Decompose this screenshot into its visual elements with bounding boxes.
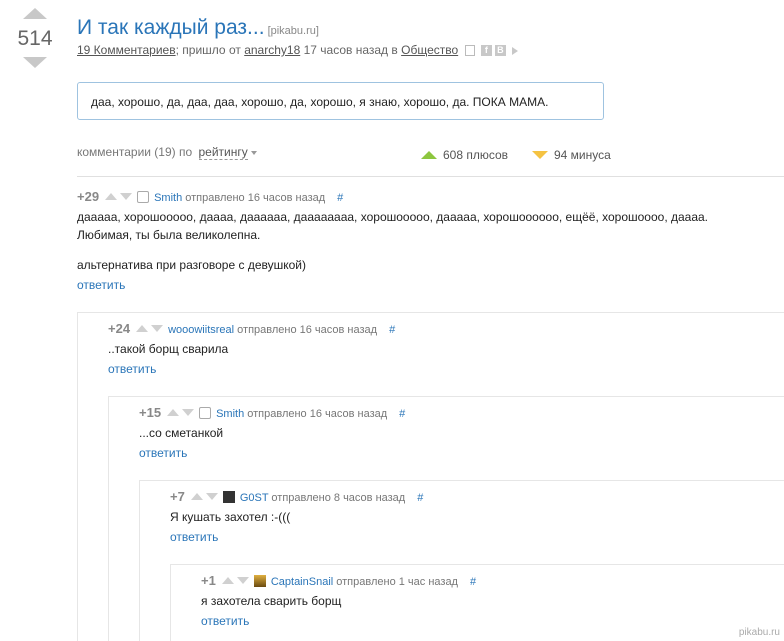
comment-permalink[interactable]: # (337, 192, 343, 204)
thread-line (139, 480, 140, 641)
upvote-icon[interactable] (167, 409, 180, 416)
comment-header: +24 wooowiitsreal отправлено 16 часов наз… (108, 321, 748, 337)
comments-count-link[interactable]: 19 Комментариев (77, 43, 176, 57)
comment-author-link[interactable]: wooowiitsreal (168, 324, 234, 336)
comment-score: +24 (108, 321, 131, 336)
comment-permalink[interactable]: # (399, 408, 405, 420)
plus-count: 608 плюсов (421, 148, 508, 162)
story-text-box: даа, хорошо, да, даа, даа, хорошо, да, х… (77, 82, 604, 120)
story-meta: 19 Комментариев; пришло от anarchy18 17 … (77, 43, 519, 57)
downvote-arrow-icon[interactable] (23, 57, 47, 68)
chevron-down-icon[interactable] (250, 150, 257, 155)
comment-score: +1 (201, 573, 216, 588)
thread-line (139, 480, 784, 481)
plus-label: 608 плюсов (443, 148, 509, 162)
thread-line (77, 312, 78, 641)
sort-dropdown[interactable]: рейтингу (198, 145, 248, 160)
minus-arrow-icon (532, 151, 548, 159)
comment-text: я захотела сварить борщ (201, 594, 342, 608)
comment-permalink[interactable]: # (389, 324, 395, 336)
avatar (137, 191, 150, 203)
story-title-link[interactable]: И так каждый раз... (77, 16, 265, 39)
comment-text: альтернатива при разговоре с девушкой) (77, 258, 306, 272)
comment-score: +7 (170, 489, 185, 504)
minus-count: 94 минуса (532, 148, 611, 162)
downvote-icon[interactable] (151, 325, 164, 332)
avatar (253, 575, 266, 587)
comment: +29 Smith отправлено 16 часов назад # дааа… (77, 189, 757, 292)
thread-line (108, 396, 784, 397)
author-link[interactable]: anarchy18 (244, 43, 300, 57)
facebook-share-icon[interactable]: f (480, 45, 492, 57)
comment-score: +29 (77, 189, 100, 204)
reply-link[interactable]: ответить (77, 278, 757, 292)
comment-author-link[interactable]: Smith (154, 192, 182, 204)
came-from-label: пришло от (182, 43, 241, 57)
save-icon[interactable] (464, 45, 475, 57)
comment-author-link[interactable]: CaptainSnail (271, 576, 333, 588)
twitter-share-icon[interactable] (512, 46, 519, 55)
thread-line (170, 564, 171, 641)
meta-separator: ; (175, 43, 179, 57)
reply-link[interactable]: ответить (139, 446, 759, 460)
avatar (199, 407, 212, 419)
comment-time: отправлено 8 часов назад (271, 492, 406, 504)
comment-header: +15 Smith отправлено 16 часов назад # (139, 405, 759, 421)
reply-link[interactable]: ответить (108, 362, 748, 376)
comment-score: +15 (139, 405, 162, 420)
sort-label: комментарии (19) по (77, 145, 193, 159)
reply-link[interactable]: ответить (170, 530, 760, 544)
plus-arrow-icon (421, 151, 437, 159)
comment-header: +1 CaptainSnail отправлено 1 час назад # (201, 573, 761, 589)
comment: +24 wooowiitsreal отправлено 16 часов наз… (108, 321, 748, 376)
upvote-icon[interactable] (221, 577, 234, 584)
community-link[interactable]: Общество (401, 43, 458, 57)
thread-line (77, 312, 784, 313)
comments-sort-bar: комментарии (19) по рейтингу (77, 145, 257, 160)
downvote-icon[interactable] (120, 193, 133, 200)
downvote-icon[interactable] (236, 577, 249, 584)
reply-link[interactable]: ответить (201, 614, 761, 628)
comment: +1 CaptainSnail отправлено 1 час назад # я… (201, 573, 761, 628)
comment-time: отправлено 16 часов назад (185, 192, 326, 204)
comment-time: отправлено 16 часов назад (247, 408, 388, 420)
upvote-arrow-icon[interactable] (23, 8, 47, 19)
story-time: 17 часов назад в (303, 43, 398, 57)
story-vote-column: 514 (17, 8, 53, 68)
comment-header: +29 Smith отправлено 16 часов назад # (77, 189, 757, 205)
comment-author-link[interactable]: Smith (216, 408, 244, 420)
upvote-icon[interactable] (105, 193, 118, 200)
comment-permalink[interactable]: # (470, 576, 476, 588)
upvote-icon[interactable] (136, 325, 149, 332)
story-source: [pikabu.ru] (267, 25, 319, 37)
comment-header: +7 G0ST отправлено 8 часов назад # (170, 489, 760, 505)
comment-text: Я кушать захотел :-((( (170, 510, 291, 524)
thread-line (108, 396, 109, 641)
downvote-icon[interactable] (182, 409, 195, 416)
comment-author-link[interactable]: G0ST (240, 492, 269, 504)
watermark: pikabu.ru (738, 627, 780, 638)
divider (77, 176, 784, 177)
thread-line (170, 564, 784, 565)
avatar (222, 491, 235, 503)
comment: +7 G0ST отправлено 8 часов назад # Я кушат… (170, 489, 760, 544)
comment-text: ...со сметанкой (139, 426, 224, 440)
comment-permalink[interactable]: # (417, 492, 423, 504)
vk-share-icon[interactable]: B (494, 45, 506, 57)
upvote-icon[interactable] (190, 493, 203, 500)
comment: +15 Smith отправлено 16 часов назад # ...с… (139, 405, 759, 460)
story-rating: 514 (17, 27, 53, 50)
minus-label: 94 минуса (554, 148, 611, 162)
comment-time: отправлено 16 часов назад (237, 324, 378, 336)
comment-text: ..такой борщ сварила (108, 342, 229, 356)
story-title-row: И так каждый раз... [pikabu.ru] (77, 16, 319, 40)
downvote-icon[interactable] (205, 493, 218, 500)
comment-text: дааааа, хорошооооо, даааа, даааааа, дааа… (77, 210, 709, 242)
comment-time: отправлено 1 час назад (336, 576, 458, 588)
